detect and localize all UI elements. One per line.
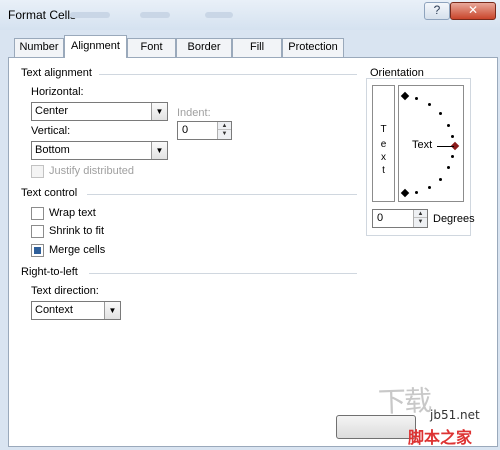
title-blur (140, 12, 170, 18)
vertical-dropdown[interactable]: Bottom ▼ (31, 141, 168, 160)
tab-label: Number (19, 41, 59, 53)
indent-value: 0 (182, 124, 189, 136)
dial-dot (451, 135, 454, 138)
dial-dot (447, 166, 450, 169)
group-divider (87, 194, 357, 195)
dial-text: Text (412, 139, 433, 151)
text-direction-value: Context (35, 304, 73, 316)
tab-alignment[interactable]: Alignment (64, 35, 127, 58)
wrap-text-checkbox[interactable] (31, 207, 44, 220)
vertical-text-letter: e (380, 139, 387, 150)
spin-down-icon[interactable]: ▼ (414, 218, 427, 226)
tab-label: Font (140, 41, 163, 53)
spin-down-icon[interactable]: ▼ (218, 130, 231, 138)
tab-number[interactable]: Number (14, 38, 64, 57)
tab-protection[interactable]: Protection (282, 38, 344, 57)
vertical-value: Bottom (35, 144, 70, 156)
vertical-text-letter: t (382, 165, 385, 176)
watermark-brand: 脚本之家 (408, 428, 473, 447)
close-button[interactable]: ✕ (450, 2, 496, 20)
justify-distributed-label: Justify distributed (49, 165, 134, 177)
dial-dot (451, 155, 454, 158)
dial-marker (400, 91, 410, 101)
degrees-value: 0 (377, 212, 384, 224)
indent-spinner[interactable]: 0 ▲ ▼ (177, 121, 232, 140)
title-blur (205, 12, 233, 18)
title-blur (70, 12, 110, 18)
watermark-logo: 下载 (377, 384, 431, 419)
text-direction-dropdown[interactable]: Context ▼ (31, 301, 121, 320)
spin-up-icon[interactable]: ▲ (414, 210, 427, 218)
degrees-spinner[interactable]: 0 ▲ ▼ (372, 209, 428, 228)
text-direction-label: Text direction: (31, 285, 99, 297)
dial-dot (415, 191, 418, 194)
chevron-down-icon: ▼ (151, 103, 167, 120)
shrink-to-fit-label: Shrink to fit (49, 225, 105, 237)
tab-label: Fill (249, 41, 265, 53)
horizontal-dropdown[interactable]: Center ▼ (31, 102, 168, 121)
spinner-buttons: ▲ ▼ (217, 122, 231, 139)
tab-label: Alignment (71, 40, 120, 52)
merge-cells-checkbox[interactable] (31, 244, 44, 257)
right-to-left-heading: Right-to-left (21, 266, 78, 278)
vertical-label: Vertical: (31, 125, 71, 137)
chevron-down-icon: ▼ (151, 142, 167, 159)
watermark-site: jb51.net (430, 408, 480, 422)
dial-dot (415, 97, 418, 100)
dial-needle (437, 146, 454, 147)
help-button[interactable]: ? (424, 2, 450, 20)
tab-fill[interactable]: Fill (232, 38, 282, 57)
dial-dot (447, 124, 450, 127)
shrink-to-fit-checkbox[interactable] (31, 225, 44, 238)
vertical-text-letter: x (381, 152, 386, 163)
justify-distributed-checkbox[interactable] (31, 165, 44, 178)
vertical-text-letter: T (380, 124, 387, 135)
tab-border[interactable]: Border (176, 38, 232, 57)
window-title: Format Cells (8, 8, 77, 22)
dial-dot (428, 103, 431, 106)
spin-up-icon[interactable]: ▲ (218, 122, 231, 130)
text-alignment-heading: Text alignment (21, 67, 92, 79)
merge-cells-label: Merge cells (49, 244, 106, 256)
dial-dot (428, 186, 431, 189)
indent-label: Indent: (177, 107, 211, 119)
help-icon: ? (433, 3, 441, 17)
degrees-label: Degrees (433, 213, 475, 225)
dial-marker (400, 188, 410, 198)
horizontal-label: Horizontal: (31, 86, 84, 98)
close-icon: ✕ (467, 3, 479, 17)
group-divider (89, 273, 357, 274)
chevron-down-icon: ▼ (104, 302, 120, 319)
spinner-buttons: ▲ ▼ (413, 210, 427, 227)
group-divider (99, 74, 357, 75)
orientation-dial[interactable]: Text (398, 85, 464, 202)
vertical-text-button[interactable]: T e x t (372, 85, 395, 202)
dial-dot (439, 112, 442, 115)
horizontal-value: Center (35, 105, 69, 117)
text-control-heading: Text control (21, 187, 78, 199)
tab-font[interactable]: Font (127, 38, 176, 57)
tab-label: Protection (288, 41, 338, 53)
dial-dot (439, 178, 442, 181)
tab-label: Border (187, 41, 221, 53)
title-bar: Format Cells ? ✕ (0, 0, 500, 30)
wrap-text-label: Wrap text (49, 207, 96, 219)
